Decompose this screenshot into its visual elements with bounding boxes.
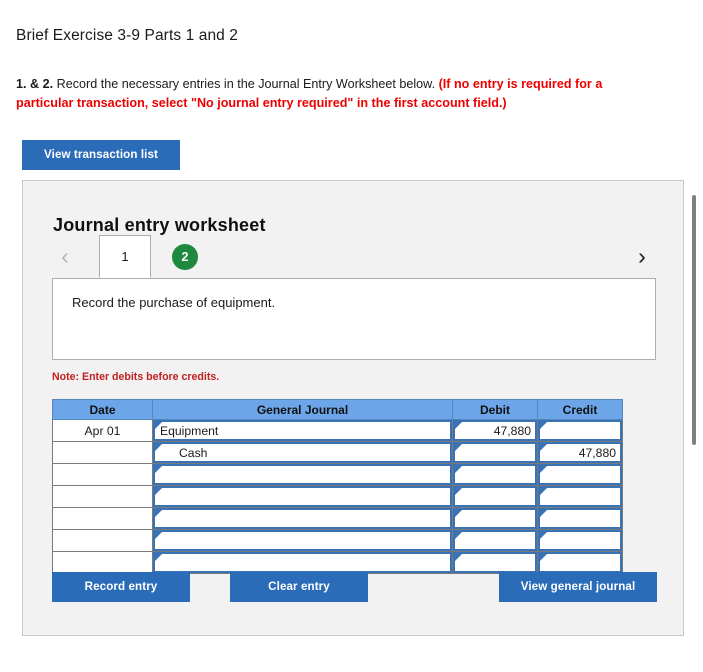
journal-entry-table-body: Apr 01 Equipment 47,880 Cash 47,880 [52, 419, 623, 574]
account-value: Cash [179, 445, 208, 460]
record-entry-button[interactable]: Record entry [52, 572, 190, 602]
account-value: Equipment [160, 423, 219, 438]
table-header-row: Date General Journal Debit Credit [52, 399, 623, 420]
clear-entry-button[interactable]: Clear entry [230, 572, 368, 602]
debit-input[interactable] [453, 486, 537, 507]
account-cell [152, 551, 453, 574]
credit-input[interactable] [538, 420, 622, 441]
debit-input[interactable] [453, 508, 537, 529]
debit-cell [452, 551, 538, 574]
account-cell [152, 507, 453, 530]
account-input[interactable] [153, 486, 452, 507]
debit-input[interactable] [453, 530, 537, 551]
credit-cell [537, 529, 623, 552]
credit-value: 47,880 [578, 445, 616, 460]
account-cell [152, 463, 453, 486]
column-header-general-journal: General Journal [152, 399, 453, 420]
view-transaction-list-button[interactable]: View transaction list [22, 140, 180, 170]
debit-input[interactable]: 47,880 [453, 420, 537, 441]
table-row [52, 529, 623, 552]
worksheet-tab-strip: ‹ 1 2 › [52, 235, 656, 279]
cell-date[interactable] [52, 485, 153, 508]
view-general-journal-button[interactable]: View general journal [499, 572, 657, 602]
account-cell [152, 485, 453, 508]
debit-value: 47,880 [493, 423, 531, 438]
instructions-body: Record the necessary entries in the Jour… [53, 76, 439, 91]
credit-cell [537, 419, 623, 442]
credit-cell [537, 485, 623, 508]
account-input[interactable] [153, 464, 452, 485]
table-row [52, 507, 623, 530]
cell-date[interactable] [52, 529, 153, 552]
account-input[interactable]: Equipment [153, 420, 452, 441]
chevron-right-icon[interactable]: › [629, 241, 655, 271]
column-header-date: Date [52, 399, 153, 420]
column-header-debit: Debit [452, 399, 538, 420]
journal-entry-table: Date General Journal Debit Credit Apr 01… [52, 399, 623, 574]
cell-date[interactable] [52, 551, 153, 574]
table-row [52, 551, 623, 574]
cell-date[interactable]: Apr 01 [52, 419, 153, 442]
debit-input[interactable] [453, 552, 537, 573]
page-scrollbar-thumb[interactable] [692, 195, 696, 445]
debit-input[interactable] [453, 442, 537, 463]
instructions-paragraph: 1. & 2. Record the necessary entries in … [16, 75, 646, 113]
table-row: Apr 01 Equipment 47,880 [52, 419, 623, 442]
credit-input[interactable]: 47,880 [538, 442, 622, 463]
tab-entry-2[interactable]: 2 [172, 244, 198, 270]
credit-cell [537, 507, 623, 530]
cell-date[interactable] [52, 463, 153, 486]
account-input[interactable] [153, 552, 452, 573]
instructions-lead: 1. & 2. [16, 76, 54, 91]
account-input[interactable] [153, 508, 452, 529]
debits-before-credits-note: Note: Enter debits before credits. [52, 371, 220, 383]
cell-date[interactable] [52, 507, 153, 530]
credit-cell [537, 463, 623, 486]
debit-input[interactable] [453, 464, 537, 485]
account-cell: Equipment [152, 419, 453, 442]
account-cell [152, 529, 453, 552]
table-row [52, 463, 623, 486]
debit-cell [452, 529, 538, 552]
credit-input[interactable] [538, 486, 622, 507]
debit-cell [452, 441, 538, 464]
credit-input[interactable] [538, 530, 622, 551]
worksheet-heading: Journal entry worksheet [53, 214, 266, 235]
debit-cell [452, 507, 538, 530]
page-scrollbar[interactable] [690, 176, 699, 636]
account-cell: Cash [152, 441, 453, 464]
credit-cell: 47,880 [537, 441, 623, 464]
table-row: Cash 47,880 [52, 441, 623, 464]
chevron-left-icon[interactable]: ‹ [52, 241, 78, 271]
credit-input[interactable] [538, 552, 622, 573]
column-header-credit: Credit [537, 399, 623, 420]
cell-date[interactable] [52, 441, 153, 464]
debit-cell [452, 485, 538, 508]
tab-entry-1[interactable]: 1 [99, 235, 151, 278]
transaction-prompt-text: Record the purchase of equipment. [72, 295, 276, 310]
journal-entry-worksheet-panel: Journal entry worksheet ‹ 1 2 › Record t… [22, 180, 684, 636]
credit-input[interactable] [538, 464, 622, 485]
credit-cell [537, 551, 623, 574]
transaction-prompt-box: Record the purchase of equipment. [52, 278, 656, 360]
account-input[interactable]: Cash [153, 442, 452, 463]
debit-cell [452, 463, 538, 486]
credit-input[interactable] [538, 508, 622, 529]
debit-cell: 47,880 [452, 419, 538, 442]
account-input[interactable] [153, 530, 452, 551]
table-row [52, 485, 623, 508]
page-title: Brief Exercise 3-9 Parts 1 and 2 [16, 27, 239, 45]
